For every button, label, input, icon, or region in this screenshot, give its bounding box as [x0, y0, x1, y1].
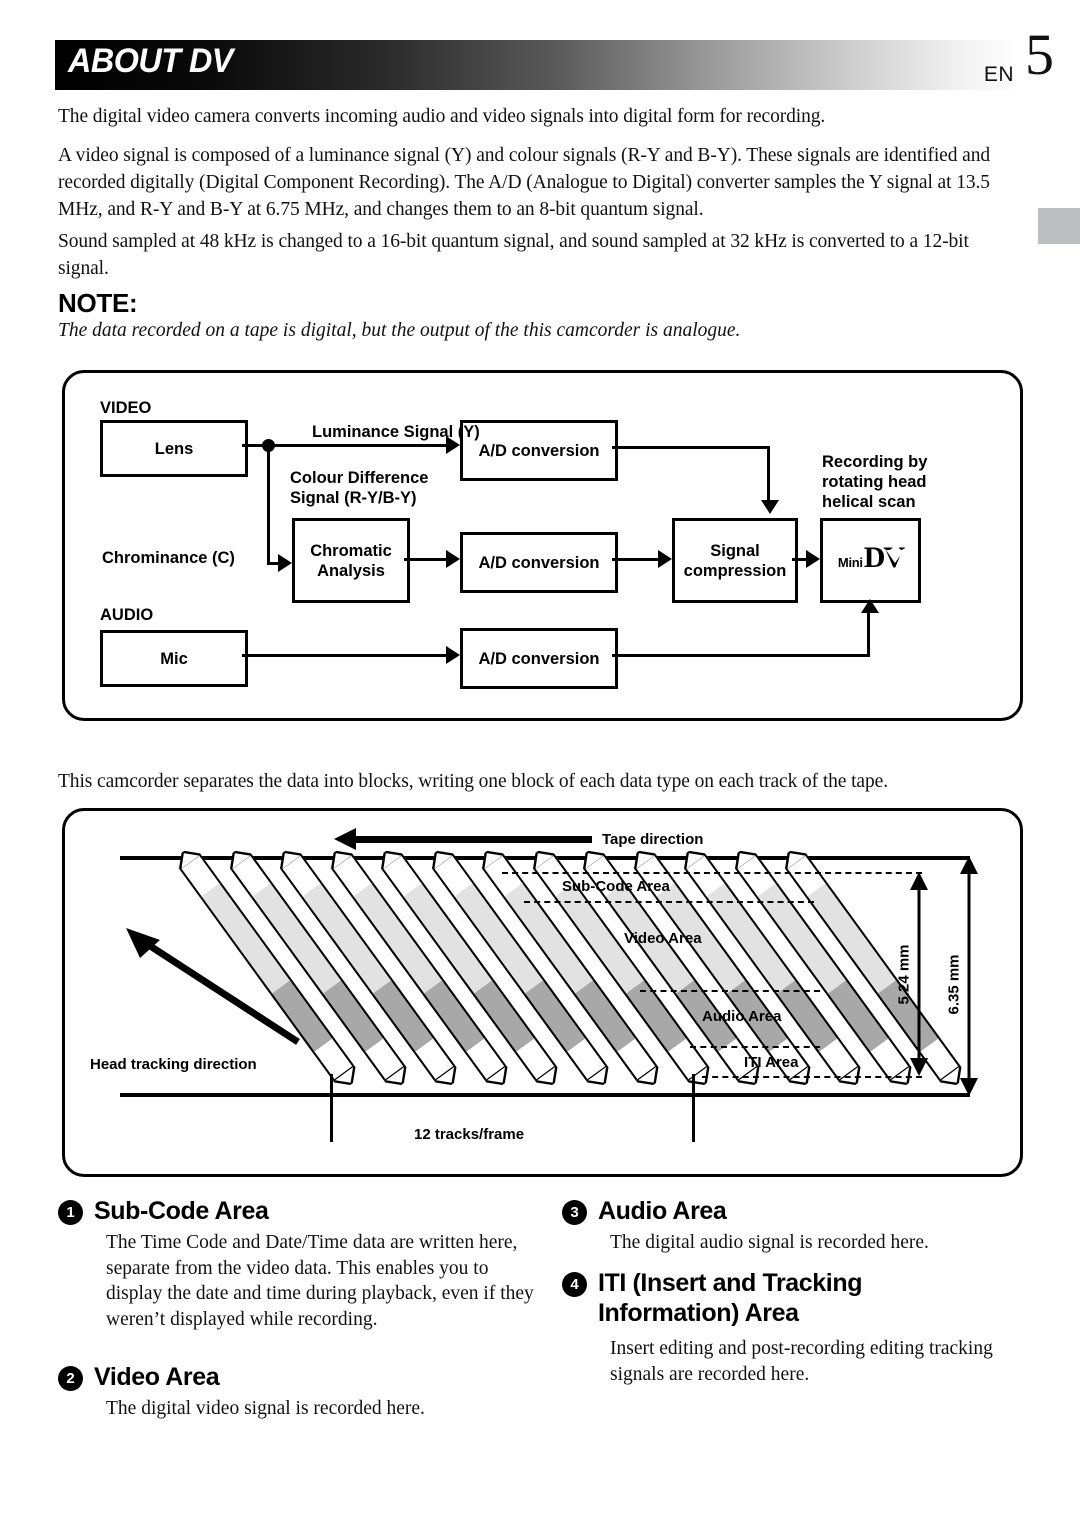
arrow-compression-to-dv — [806, 550, 820, 568]
edge-tab-marker — [1038, 208, 1080, 244]
section-title: Sub-Code Area — [94, 1197, 269, 1225]
section-number-badge: 3 — [562, 1200, 587, 1225]
wire-ad-to-compression — [612, 558, 660, 561]
recording-head-label: Recording by rotating head helical scan — [822, 453, 928, 511]
section-body: The digital video signal is recorded her… — [106, 1398, 425, 1419]
chromatic-analysis-box: Chromatic Analysis — [292, 518, 410, 603]
tracks-tick-left — [330, 1074, 333, 1142]
sound-sampling-paragraph: Sound sampled at 48 kHz is changed to a … — [58, 231, 969, 279]
wire-audio-right — [612, 654, 870, 657]
minidv-logo: Mini DV — [837, 541, 905, 574]
section-body: The Time Code and Date/Time data are wri… — [106, 1232, 534, 1330]
wire-audio-up — [867, 613, 870, 655]
arrow-audio-into-dv — [861, 599, 879, 613]
section-title: Audio Area — [598, 1197, 727, 1225]
note-heading: NOTE: — [58, 288, 138, 318]
area-label-audio: Audio Area — [702, 1008, 782, 1025]
intro-paragraph: The digital video camera converts incomi… — [58, 106, 826, 127]
minidv-logo-dv: DV — [863, 541, 905, 574]
dimension-label-outer: 6.35 mm — [945, 954, 963, 1015]
dimension-label-inner: 5.24 mm — [895, 944, 913, 1005]
page-number: 5 — [1025, 22, 1054, 87]
tape-blocks-paragraph: This camcorder separates the data into b… — [58, 771, 888, 792]
chrominance-label: Chrominance (C) — [102, 549, 235, 567]
head-tracking-label: Head tracking direction — [90, 1056, 257, 1073]
ad-conversion-box-luminance: A/D conversion — [460, 420, 618, 481]
wire-mic-to-ad — [242, 654, 448, 657]
video-signal-paragraph: A video signal is composed of a luminanc… — [58, 145, 991, 220]
minidv-logo-mini: Mini — [837, 555, 863, 570]
arrow-ad-to-compression — [658, 550, 672, 568]
arrow-chromatic-to-ad — [446, 550, 460, 568]
colour-difference-label: Colour Difference Signal (R-Y/B-Y) — [290, 469, 429, 507]
area-label-video: Video Area — [624, 930, 702, 947]
minidv-cassette-box: Mini DV — [820, 518, 921, 603]
section-number-badge: 1 — [58, 1200, 83, 1225]
note-text: The data recorded on a tape is digital, … — [58, 320, 741, 341]
section-title: Video Area — [94, 1363, 220, 1391]
signal-flow-diagram: VIDEO AUDIO Lens Mic Chromatic Analysis … — [62, 370, 1017, 715]
section-body: The digital audio signal is recorded her… — [610, 1232, 929, 1253]
section-title: ITI (Insert and Tracking Information) Ar… — [598, 1269, 863, 1327]
ad-conversion-box-audio: A/D conversion — [460, 628, 618, 689]
audio-section-label: AUDIO — [100, 606, 154, 624]
arrow-mic-to-ad — [446, 646, 460, 664]
wire-adY-right — [612, 446, 770, 449]
tracks-tick-right — [692, 1074, 695, 1142]
area-label-iti: ITI Area — [744, 1054, 799, 1071]
dash-iti-bottom — [702, 1076, 922, 1078]
arrow-to-chromatic — [278, 554, 292, 572]
dash-subcode-bottom — [524, 901, 814, 903]
dash-subcode-top — [502, 872, 922, 874]
dash-audio-bottom — [690, 1046, 820, 1048]
dash-video-bottom — [640, 990, 820, 992]
signal-compression-box: Signal compression — [672, 518, 798, 603]
ad-conversion-box-chroma: A/D conversion — [460, 532, 618, 593]
tape-track-diagram: Tape direction Head tracking direction S… — [62, 808, 1017, 1171]
wire-junction-down — [267, 444, 270, 565]
arrow-lens-to-ad — [446, 436, 460, 454]
head-tracking-arrow — [120, 920, 310, 1050]
section-number-badge: 4 — [562, 1272, 587, 1297]
tracks-per-frame-label: 12 tracks/frame — [414, 1126, 525, 1143]
wire-chromatic-to-ad — [404, 558, 448, 561]
section-number-badge: 2 — [58, 1366, 83, 1391]
mic-box: Mic — [100, 630, 248, 687]
page-title: ABOUT DV — [68, 42, 233, 80]
language-code: EN — [983, 63, 1014, 86]
area-label-subcode: Sub-Code Area — [562, 878, 670, 895]
lens-box: Lens — [100, 420, 248, 477]
arrow-adY-into-compression — [761, 500, 779, 514]
video-section-label: VIDEO — [100, 399, 152, 417]
section-body: Insert editing and post-recording editin… — [610, 1338, 993, 1385]
wire-adY-down — [767, 446, 770, 501]
